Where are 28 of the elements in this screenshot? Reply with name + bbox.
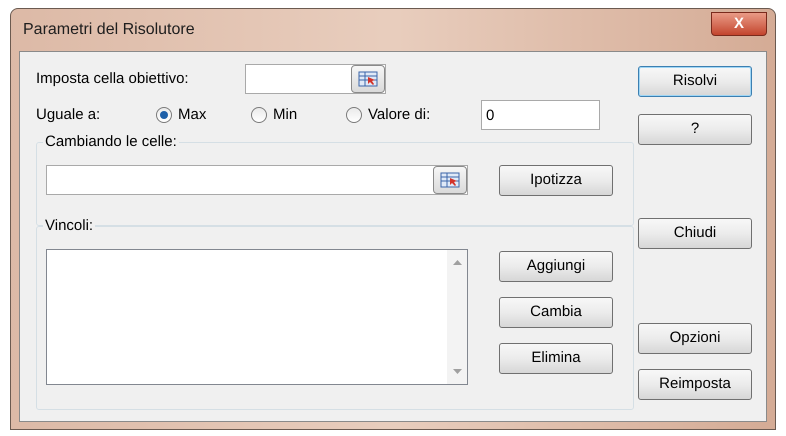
radio-option[interactable]: Valore di: [346,104,481,126]
radio-icon[interactable] [346,107,362,123]
cell-reference-field[interactable] [245,64,386,94]
window-title: Parametri del Risolutore [22,20,195,40]
scroll-up-icon[interactable] [452,260,462,265]
radio-option[interactable]: Min [251,104,346,126]
target-value-input[interactable]: 0 [481,100,600,130]
cell-reference-icon [440,172,460,188]
constraints-list[interactable] [46,249,468,385]
collapse-dialog-button[interactable] [433,166,467,194]
scrollbar[interactable] [447,250,467,384]
dialog-button[interactable]: Risolvi [638,66,752,97]
dialog-button[interactable]: ? [638,114,752,145]
dialog-button[interactable]: Ipotizza [499,165,613,196]
equal-to-label: Uguale a: [36,104,102,125]
dialog-button[interactable]: Chiudi [638,218,752,249]
objective-label: Imposta cella obiettivo: [36,68,190,89]
radio-icon[interactable] [156,107,172,123]
dialog-button[interactable]: Aggiungi [499,251,613,282]
dialog-button[interactable]: Elimina [499,343,613,374]
scroll-down-icon[interactable] [452,369,462,374]
radio-option[interactable]: Max [156,104,251,126]
dialog-button[interactable]: Cambia [499,297,613,328]
radio-icon[interactable] [251,107,267,123]
dialog-button[interactable]: Opzioni [638,323,752,354]
collapse-dialog-button[interactable] [351,65,385,93]
dialog-button[interactable]: Reimposta [638,369,752,400]
cell-reference-icon [358,71,378,87]
